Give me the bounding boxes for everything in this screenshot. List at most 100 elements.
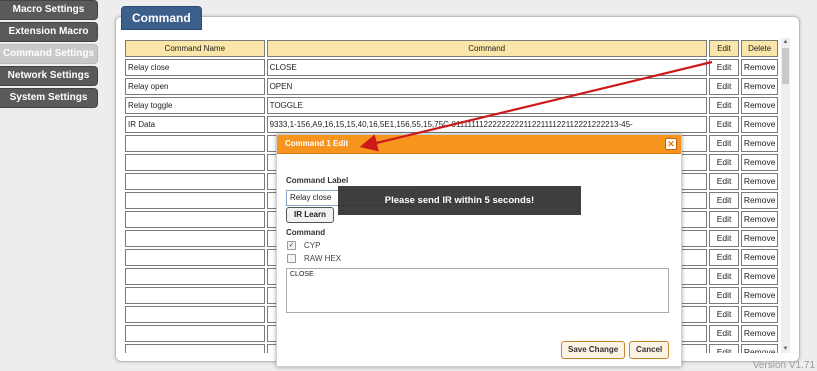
command-cell: 9333,1-156,A9,16,15,15,40,16,5E1,156,55,… xyxy=(266,116,707,133)
remove-cell: Remove xyxy=(741,268,778,285)
edit-cell: Edit xyxy=(708,230,740,247)
edit-button[interactable]: Edit xyxy=(710,193,739,208)
remove-button[interactable]: Remove xyxy=(742,326,777,341)
command-name-cell xyxy=(125,268,265,285)
panel-title: Command xyxy=(121,6,202,30)
remove-button[interactable]: Remove xyxy=(742,79,777,94)
edit-button[interactable]: Edit xyxy=(710,250,739,265)
cyp-option-label: CYP xyxy=(304,241,321,250)
table-header-row: Command Name Command Edit Delete xyxy=(125,40,778,57)
remove-button[interactable]: Remove xyxy=(742,269,777,284)
edit-cell: Edit xyxy=(708,192,740,209)
edit-cell: Edit xyxy=(708,249,740,266)
edit-cell: Edit xyxy=(708,211,740,228)
cancel-button[interactable]: Cancel xyxy=(629,341,670,359)
scroll-thumb[interactable] xyxy=(782,48,789,84)
remove-button[interactable]: Remove xyxy=(742,117,777,132)
remove-button[interactable]: Remove xyxy=(742,250,777,265)
checkbox-unchecked-icon[interactable] xyxy=(287,254,296,263)
edit-cell: Edit xyxy=(708,78,740,95)
raw-hex-option[interactable]: RAW HEX xyxy=(287,254,341,263)
remove-button[interactable]: Remove xyxy=(742,345,777,353)
sidebar-item-system-settings[interactable]: System Settings xyxy=(0,88,98,108)
edit-cell: Edit xyxy=(708,344,740,353)
scroll-down-icon[interactable]: ▼ xyxy=(781,345,790,353)
remove-button[interactable]: Remove xyxy=(742,288,777,303)
checkbox-checked-icon[interactable]: ✓ xyxy=(287,241,296,250)
remove-button[interactable]: Remove xyxy=(742,98,777,113)
ir-learn-button[interactable]: IR Learn xyxy=(286,207,334,223)
remove-button[interactable]: Remove xyxy=(742,231,777,246)
remove-cell: Remove xyxy=(741,230,778,247)
sidebar-item-extension-macro[interactable]: Extension Macro xyxy=(0,22,98,42)
remove-button[interactable]: Remove xyxy=(742,212,777,227)
edit-button[interactable]: Edit xyxy=(710,269,739,284)
remove-cell: Remove xyxy=(741,211,778,228)
edit-cell: Edit xyxy=(708,325,740,342)
command-name-cell xyxy=(125,230,265,247)
remove-cell: Remove xyxy=(741,249,778,266)
edit-cell: Edit xyxy=(708,287,740,304)
close-icon[interactable]: ✕ xyxy=(665,138,677,150)
remove-button[interactable]: Remove xyxy=(742,193,777,208)
command-name-cell: Relay close xyxy=(125,59,265,76)
remove-button[interactable]: Remove xyxy=(742,60,777,75)
sidebar-item-macro-settings[interactable]: Macro Settings xyxy=(0,0,98,20)
remove-cell: Remove xyxy=(741,192,778,209)
command-name-cell xyxy=(125,173,265,190)
scroll-up-icon[interactable]: ▲ xyxy=(781,38,790,46)
sidebar-item-network-settings[interactable]: Network Settings xyxy=(0,66,98,86)
cyp-option[interactable]: ✓ CYP xyxy=(287,241,320,250)
remove-button[interactable]: Remove xyxy=(742,136,777,151)
table-scrollbar[interactable]: ▲ ▼ xyxy=(781,38,790,353)
sidebar-item-command-settings[interactable]: Command Settings xyxy=(0,44,98,64)
command-heading: Command xyxy=(286,228,326,237)
remove-cell: Remove xyxy=(741,59,778,76)
edit-button[interactable]: Edit xyxy=(710,79,739,94)
edit-button[interactable]: Edit xyxy=(710,98,739,113)
command-cell: OPEN xyxy=(266,78,707,95)
remove-cell: Remove xyxy=(741,173,778,190)
edit-button[interactable]: Edit xyxy=(710,288,739,303)
command-name-cell: Relay toggle xyxy=(125,97,265,114)
remove-button[interactable]: Remove xyxy=(742,174,777,189)
command-name-cell xyxy=(125,249,265,266)
command-textarea[interactable]: CLOSE xyxy=(286,268,669,313)
edit-button[interactable]: Edit xyxy=(710,212,739,227)
edit-button[interactable]: Edit xyxy=(710,155,739,170)
remove-button[interactable]: Remove xyxy=(742,307,777,322)
table-row: Relay toggle TOGGLE Edit Remove xyxy=(125,97,778,114)
command-name-cell xyxy=(125,192,265,209)
remove-cell: Remove xyxy=(741,116,778,133)
edit-button[interactable]: Edit xyxy=(710,307,739,322)
table-row: IR Data 9333,1-156,A9,16,15,15,40,16,5E1,… xyxy=(125,116,778,133)
remove-cell: Remove xyxy=(741,135,778,152)
edit-button[interactable]: Edit xyxy=(710,174,739,189)
remove-cell: Remove xyxy=(741,97,778,114)
sidebar: Macro Settings Extension Macro Command S… xyxy=(0,0,98,110)
edit-button[interactable]: Edit xyxy=(710,136,739,151)
header-edit: Edit xyxy=(708,40,740,57)
version-label: Version V1.71 xyxy=(752,360,815,371)
header-delete: Delete xyxy=(741,40,778,57)
edit-button[interactable]: Edit xyxy=(710,231,739,246)
edit-button[interactable]: Edit xyxy=(710,326,739,341)
command-label-heading: Command Label xyxy=(286,176,349,185)
edit-cell: Edit xyxy=(708,135,740,152)
remove-cell: Remove xyxy=(741,78,778,95)
command-name-cell xyxy=(125,344,265,353)
save-change-button[interactable]: Save Change xyxy=(561,341,626,359)
raw-hex-option-label: RAW HEX xyxy=(304,254,342,263)
dialog-title: Command 1 Edit xyxy=(277,135,681,154)
edit-cell: Edit xyxy=(708,97,740,114)
command-name-cell xyxy=(125,154,265,171)
remove-cell: Remove xyxy=(741,344,778,353)
remove-button[interactable]: Remove xyxy=(742,155,777,170)
edit-button[interactable]: Edit xyxy=(710,345,739,353)
remove-cell: Remove xyxy=(741,154,778,171)
command-name-cell xyxy=(125,135,265,152)
command-name-cell xyxy=(125,287,265,304)
edit-button[interactable]: Edit xyxy=(710,117,739,132)
edit-cell: Edit xyxy=(708,116,740,133)
edit-button[interactable]: Edit xyxy=(710,60,739,75)
